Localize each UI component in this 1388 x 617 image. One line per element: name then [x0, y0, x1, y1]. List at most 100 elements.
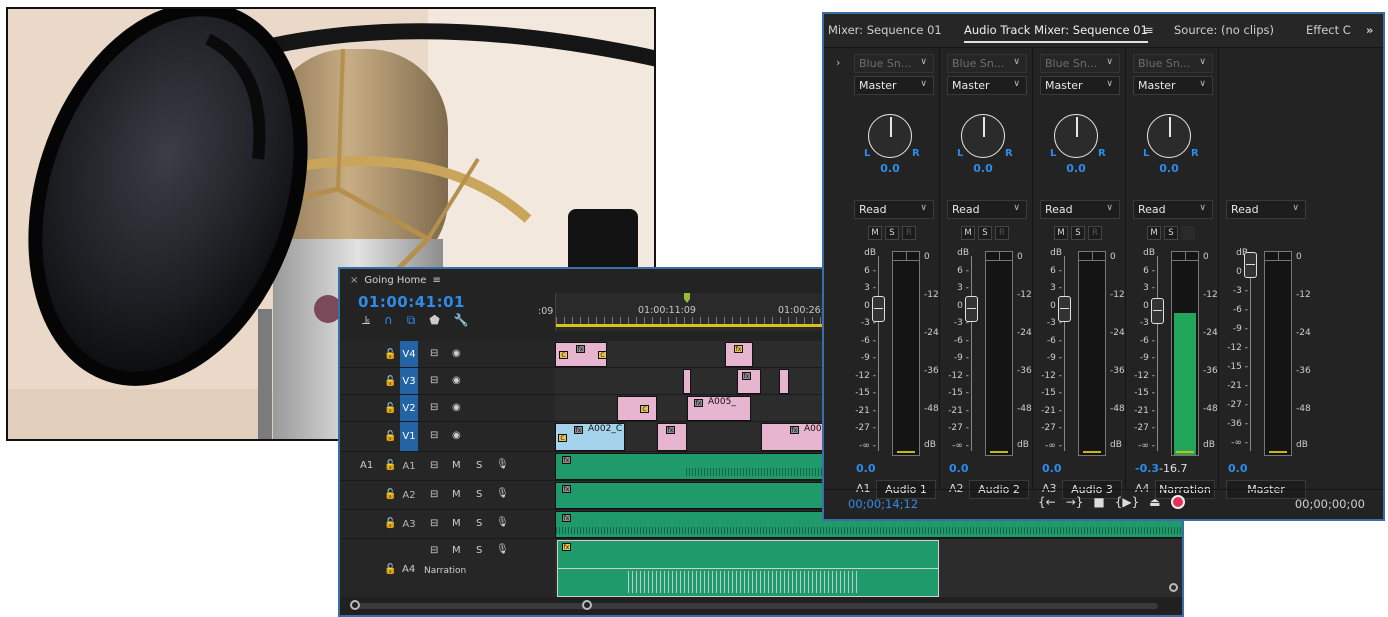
track-name[interactable]: V3: [400, 368, 418, 394]
peak-indicator[interactable]: [1172, 252, 1198, 261]
fader-track[interactable]: [1157, 256, 1158, 451]
lock-icon[interactable]: 🔓: [384, 376, 396, 387]
track-name[interactable]: V2: [400, 395, 418, 421]
record-enable-button[interactable]: R: [1088, 226, 1102, 240]
volume-fader[interactable]: [872, 296, 885, 322]
peak-indicator[interactable]: [1265, 252, 1291, 261]
output-select[interactable]: Master ∨: [947, 76, 1027, 95]
pan-value[interactable]: 0.0: [941, 162, 1025, 175]
mute-track-button[interactable]: M: [1147, 226, 1161, 240]
pan-value[interactable]: 0.0: [1127, 162, 1211, 175]
solo-button[interactable]: S: [476, 460, 482, 471]
input-select[interactable]: Blue Sn... ∨: [854, 54, 934, 73]
play-in-to-out-button[interactable]: {▶}: [1115, 495, 1140, 509]
video-clip[interactable]: fx: [657, 423, 687, 451]
pan-value[interactable]: 0.0: [1034, 162, 1118, 175]
add-marker-icon[interactable]: ⬟: [429, 313, 439, 328]
peak-indicator[interactable]: [986, 252, 1012, 261]
video-clip[interactable]: C: [617, 396, 657, 421]
track-header-v2[interactable]: 🔓 V2 ⊟ ◉: [340, 395, 555, 422]
mute-button[interactable]: M: [452, 518, 461, 529]
tab-source[interactable]: Source: (no clips): [1174, 23, 1274, 37]
solo-button[interactable]: S: [476, 489, 482, 500]
automation-mode-select[interactable]: Read ∨: [1133, 200, 1213, 219]
scroll-end-handle[interactable]: [582, 600, 592, 610]
fader-track[interactable]: [1250, 256, 1251, 451]
volume-fader[interactable]: [1058, 296, 1071, 322]
volume-rubber-band[interactable]: [558, 568, 938, 569]
toggle-sync-lock-icon[interactable]: ⊟: [430, 460, 438, 471]
fader-track[interactable]: [1064, 256, 1065, 451]
input-select[interactable]: Blue Sn... ∨: [1133, 54, 1213, 73]
mute-button[interactable]: M: [452, 489, 461, 500]
fader-track[interactable]: [878, 256, 879, 451]
tab-audio-track-mixer[interactable]: Audio Track Mixer: Sequence 01: [964, 23, 1148, 43]
volume-fader[interactable]: [1244, 252, 1257, 278]
record-enable-button[interactable]: R: [902, 226, 916, 240]
record-button[interactable]: [1170, 495, 1185, 509]
toggle-sync-lock-icon[interactable]: ⊟: [430, 489, 438, 500]
volume-fader[interactable]: [965, 296, 978, 322]
lock-icon[interactable]: 🔓: [384, 564, 396, 575]
track-header-a1[interactable]: A1 🔓 A1 ⊟ M S 🎙: [340, 452, 555, 481]
eye-icon[interactable]: ◉: [452, 402, 461, 413]
track-header-v3[interactable]: 🔓 V3 ⊟ ◉: [340, 368, 555, 395]
toggle-sync-lock-icon[interactable]: ⊟: [430, 402, 438, 413]
output-select[interactable]: Master ∨: [854, 76, 934, 95]
pan-knob[interactable]: [1147, 114, 1191, 158]
pan-knob[interactable]: [1054, 114, 1098, 158]
current-timecode[interactable]: 00;00;14;12: [848, 497, 918, 511]
automation-mode-select[interactable]: Read ∨: [1226, 200, 1306, 219]
scrollbar-track[interactable]: [354, 603, 1158, 609]
video-clip-a00[interactable]: fx A00: [761, 423, 823, 451]
video-clip[interactable]: [779, 369, 789, 394]
mute-track-button[interactable]: M: [961, 226, 975, 240]
pan-knob[interactable]: [868, 114, 912, 158]
volume-value[interactable]: 0.0: [1042, 462, 1062, 475]
insert-sequence-nest-icon[interactable]: ⫡: [362, 313, 370, 328]
eye-icon[interactable]: ◉: [452, 348, 461, 359]
panel-menu-icon[interactable]: ≡: [432, 275, 440, 286]
source-patch[interactable]: A1: [360, 460, 373, 471]
peak-indicator[interactable]: [893, 252, 919, 261]
track-name[interactable]: V4: [400, 341, 418, 367]
track-name[interactable]: A3: [400, 510, 418, 538]
mute-button[interactable]: M: [452, 545, 461, 556]
panel-menu-icon[interactable]: ≡: [1144, 23, 1154, 37]
record-enable-button[interactable]: [1181, 226, 1195, 240]
volume-value[interactable]: 0.0: [856, 462, 876, 475]
toggle-sync-lock-icon[interactable]: ⊟: [430, 348, 438, 359]
automation-mode-select[interactable]: Read ∨: [1040, 200, 1120, 219]
solo-track-button[interactable]: S: [1164, 226, 1178, 240]
lock-icon[interactable]: 🔓: [384, 403, 396, 414]
track-header-v1[interactable]: 🔓 V1 ⊟ ◉: [340, 422, 555, 452]
lock-icon[interactable]: 🔓: [384, 349, 396, 360]
microphone-icon[interactable]: 🎙: [496, 544, 509, 555]
automation-mode-select[interactable]: Read ∨: [947, 200, 1027, 219]
solo-button[interactable]: S: [476, 518, 482, 529]
eye-icon[interactable]: ◉: [452, 375, 461, 386]
track-lane-a4[interactable]: fx: [555, 539, 1182, 599]
stop-button[interactable]: ■: [1093, 495, 1104, 509]
solo-track-button[interactable]: S: [1071, 226, 1085, 240]
go-to-in-point-button[interactable]: {←: [1038, 495, 1056, 509]
track-header-a2[interactable]: 🔓 A2 ⊟ M S 🎙: [340, 481, 555, 510]
fader-track[interactable]: [971, 256, 972, 451]
playhead-timecode[interactable]: 01:00:41:01: [358, 293, 465, 311]
pan-value[interactable]: 0.0: [848, 162, 932, 175]
expand-effects-chevron-icon[interactable]: ›: [836, 56, 840, 69]
scroll-start-handle[interactable]: [350, 600, 360, 610]
volume-fader[interactable]: [1151, 298, 1164, 324]
microphone-icon[interactable]: 🎙: [496, 459, 509, 470]
vertical-zoom-handle[interactable]: [1169, 583, 1178, 592]
lock-icon[interactable]: 🔓: [384, 518, 396, 529]
video-clip[interactable]: fx: [737, 369, 761, 394]
lock-icon[interactable]: 🔓: [384, 431, 396, 442]
eye-icon[interactable]: ◉: [452, 430, 461, 441]
track-name[interactable]: V1: [400, 422, 418, 451]
solo-track-button[interactable]: S: [978, 226, 992, 240]
toggle-sync-lock-icon[interactable]: ⊟: [430, 545, 438, 556]
volume-value[interactable]: 0.0: [949, 462, 969, 475]
mute-button[interactable]: M: [452, 460, 461, 471]
input-select[interactable]: Blue Sn... ∨: [1040, 54, 1120, 73]
